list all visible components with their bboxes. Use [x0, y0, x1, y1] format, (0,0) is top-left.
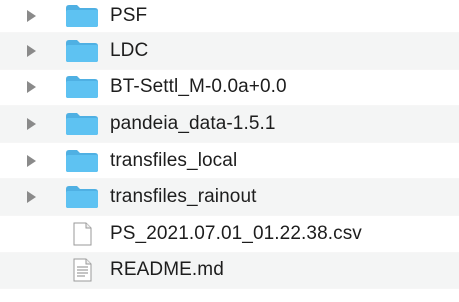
- item-name: PS_2021.07.01_01.22.38.csv: [110, 222, 362, 244]
- text-file-icon: [65, 258, 99, 282]
- list-item-folder-bt-settl[interactable]: BT-Settl_M-0.0a+0.0: [0, 70, 459, 107]
- disclosure-triangle-icon[interactable]: [27, 191, 36, 204]
- item-name: PSF: [110, 5, 148, 26]
- item-name: pandeia_data-1.5.1: [110, 112, 276, 134]
- disclosure-triangle-icon[interactable]: [27, 10, 36, 22]
- list-item-folder-psf[interactable]: PSF: [0, 0, 459, 33]
- item-name: transfiles_local: [110, 149, 238, 171]
- finder-file-list: PSF LDC BT-Settl_M-0.0a+0.0 pandeia_data…: [0, 0, 459, 302]
- folder-icon: [65, 4, 99, 28]
- list-item-folder-ldc[interactable]: LDC: [0, 33, 459, 70]
- folder-icon: [65, 112, 99, 136]
- list-item-folder-transfiles-rainout[interactable]: transfiles_rainout: [0, 179, 459, 216]
- item-name: BT-Settl_M-0.0a+0.0: [110, 76, 287, 98]
- item-name: transfiles_rainout: [110, 186, 257, 208]
- disclosure-triangle-icon[interactable]: [27, 44, 36, 57]
- folder-icon: [65, 39, 99, 63]
- list-item-file-csv[interactable]: PS_2021.07.01_01.22.38.csv: [0, 216, 459, 253]
- folder-icon: [65, 75, 99, 99]
- disclosure-triangle-icon[interactable]: [27, 81, 36, 94]
- folder-icon: [65, 185, 99, 209]
- disclosure-triangle-icon[interactable]: [27, 117, 36, 130]
- item-name: LDC: [110, 39, 149, 61]
- folder-icon: [65, 149, 99, 173]
- item-name: README.md: [110, 259, 224, 281]
- list-item-folder-pandeia-data[interactable]: pandeia_data-1.5.1: [0, 106, 459, 143]
- csv-file-icon: [65, 222, 99, 246]
- disclosure-triangle-icon[interactable]: [27, 154, 36, 167]
- list-item-file-readme[interactable]: README.md: [0, 252, 459, 290]
- list-item-folder-transfiles-local[interactable]: transfiles_local: [0, 143, 459, 180]
